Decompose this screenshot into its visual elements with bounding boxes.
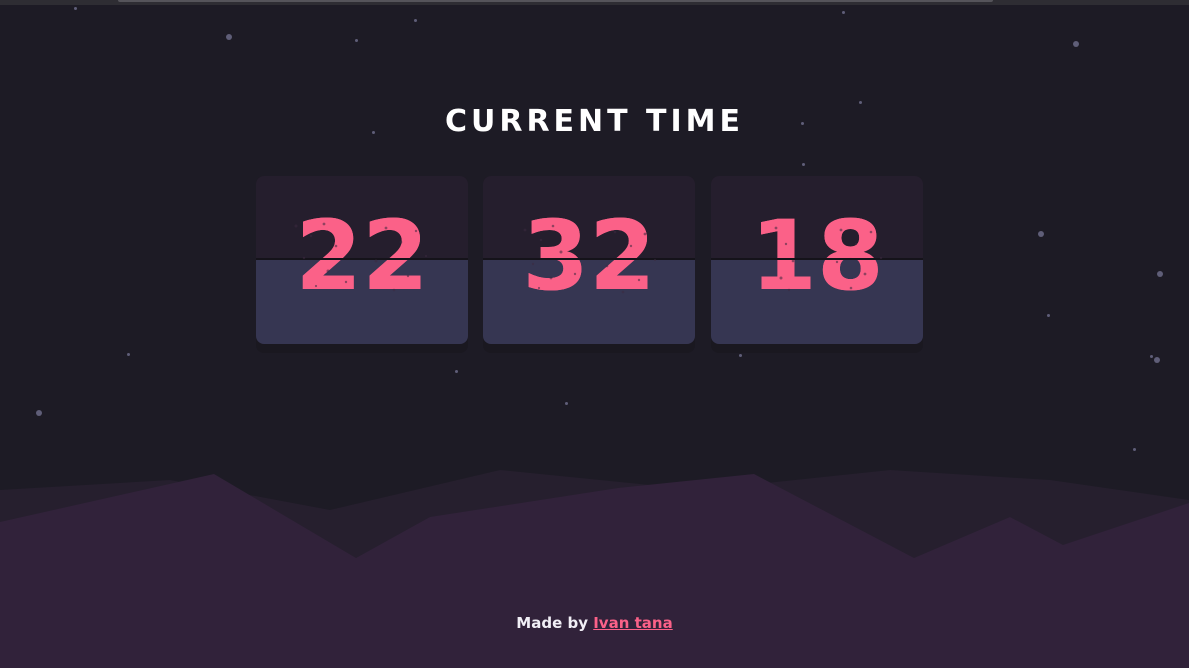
- hours-digits: 22: [295, 200, 429, 312]
- footer-prefix: Made by: [516, 614, 588, 632]
- footer-credit: Made by Ivan tana: [0, 614, 1189, 632]
- author-link[interactable]: Ivan tana: [593, 614, 672, 632]
- seconds-digits: 18: [750, 200, 884, 312]
- card-split-line: [483, 258, 695, 260]
- mountains-background: [0, 470, 1189, 668]
- card-split-line: [711, 258, 923, 260]
- card-split-line: [256, 258, 468, 260]
- minutes-digits: 32: [522, 200, 656, 312]
- clock-page: CURRENT TIME 22 32 18 Made by Ivan tana: [0, 0, 1189, 668]
